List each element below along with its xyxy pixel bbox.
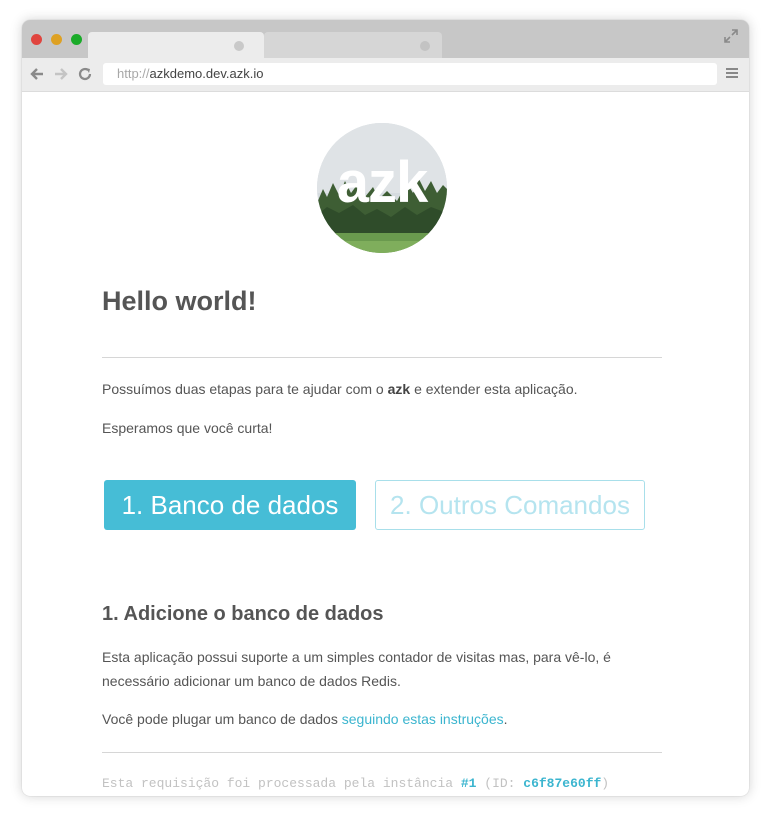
plug-paragraph: Você pode plugar um banco de dados segui… — [102, 711, 508, 727]
browser-tab-active[interactable] — [88, 32, 264, 60]
section-description: Esta aplicação possui suporte a um simpl… — [102, 649, 611, 689]
instructions-link[interactable]: seguindo estas instruções — [342, 711, 504, 727]
instance-number: #1 — [460, 776, 477, 791]
fullscreen-icon[interactable] — [723, 28, 739, 44]
step-1-button[interactable]: 1. Banco de dados — [104, 480, 356, 530]
back-arrow-icon[interactable] — [28, 65, 46, 83]
tab-close-icon[interactable] — [420, 41, 430, 51]
browser-window: http://azkdemo.dev.azk.io azk Hello worl… — [22, 20, 749, 796]
address-bar[interactable]: http://azkdemo.dev.azk.io — [103, 63, 717, 85]
forward-arrow-icon[interactable] — [52, 65, 70, 83]
close-window-button[interactable] — [31, 34, 42, 45]
page-content: azk Hello world! Possuímos duas etapas p… — [22, 92, 749, 796]
logo-text: azk — [336, 150, 429, 215]
reload-icon[interactable] — [76, 65, 94, 83]
instance-footer: Esta requisição foi processada pela inst… — [102, 776, 610, 791]
azk-bold-text: azk — [387, 381, 411, 397]
minimize-window-button[interactable] — [51, 34, 62, 45]
browser-toolbar: http://azkdemo.dev.azk.io — [22, 58, 749, 92]
section-title: 1. Adicione o banco de dados — [102, 603, 384, 625]
menu-icon[interactable] — [726, 68, 738, 80]
browser-tab-new[interactable] — [264, 32, 442, 60]
url-host: azkdemo.dev.azk.io — [149, 66, 264, 81]
azk-logo: azk — [317, 123, 447, 253]
enjoy-paragraph: Esperamos que você curta! — [102, 420, 273, 436]
intro-paragraph: Possuímos duas etapas para te ajudar com… — [102, 381, 578, 397]
page-title: Hello world! — [102, 286, 257, 316]
url-protocol: http:// — [117, 66, 150, 81]
zoom-window-button[interactable] — [71, 34, 82, 45]
step-2-button[interactable]: 2. Outros Comandos — [375, 480, 645, 530]
divider — [102, 357, 662, 358]
divider — [102, 752, 662, 753]
title-bar — [22, 20, 749, 60]
instance-id: c6f87e60ff — [523, 776, 602, 791]
tab-close-icon[interactable] — [234, 41, 244, 51]
